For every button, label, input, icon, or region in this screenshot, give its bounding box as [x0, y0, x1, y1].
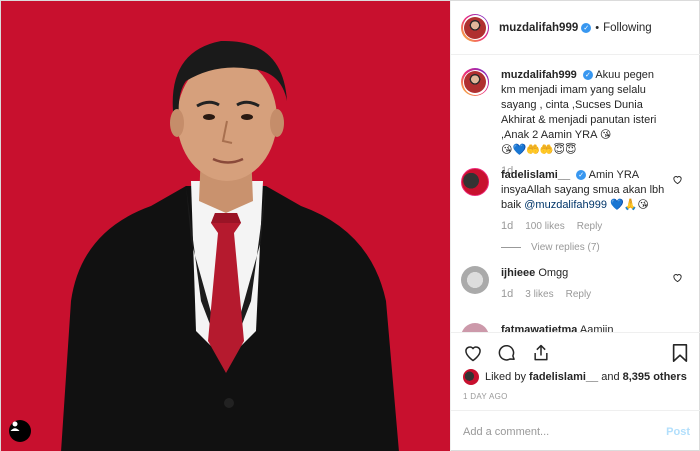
comment-age[interactable]: 1d: [501, 219, 513, 234]
caption-username[interactable]: muzdalifah999: [501, 69, 577, 81]
liked-joiner: and: [601, 371, 620, 383]
view-replies-button[interactable]: View replies (7): [501, 240, 671, 255]
commenter-avatar[interactable]: [461, 323, 489, 332]
comment-row: ijhieee Omgg 1d 3 likes Reply: [461, 266, 697, 302]
liked-by: Liked by fadelislami__ and 8,395 others: [463, 369, 687, 385]
following-button[interactable]: Following: [603, 22, 652, 34]
reply-button[interactable]: Reply: [566, 287, 592, 302]
comment-mention[interactable]: @muzdalifah999: [524, 199, 607, 211]
comments-list[interactable]: muzdalifah999 ✓ Akuu pegen km menjadi im…: [451, 56, 700, 332]
add-comment-bar: Post: [451, 410, 700, 451]
comment-text: Omgg: [538, 267, 569, 279]
post-side-panel: muzdalifah999 ✓ • Following muzdalifah99…: [450, 1, 700, 451]
post-comment-button[interactable]: Post: [666, 426, 690, 438]
post-header: muzdalifah999 ✓ • Following: [451, 1, 700, 55]
liker-avatar[interactable]: [463, 369, 479, 385]
caption-avatar[interactable]: [461, 68, 489, 96]
author-avatar[interactable]: [461, 13, 489, 42]
caption-row: muzdalifah999 ✓ Akuu pegen km menjadi im…: [461, 68, 697, 179]
verified-icon: ✓: [581, 22, 592, 33]
separator: •: [595, 21, 600, 34]
liked-prefix: Liked by: [485, 371, 526, 383]
commenter-username[interactable]: fadelislami__: [501, 169, 570, 181]
comment-likes[interactable]: 3 likes: [525, 287, 553, 302]
share-icon[interactable]: [529, 341, 553, 365]
comment-emojis: 💙🙏😘: [610, 199, 649, 211]
comment-age[interactable]: 1d: [501, 287, 513, 302]
comment-input[interactable]: [463, 425, 653, 438]
commenter-avatar[interactable]: [461, 266, 489, 294]
user-tag-icon[interactable]: [9, 420, 31, 442]
post-timestamp[interactable]: 1 DAY AGO: [463, 392, 508, 401]
comment-row: fadelislami__ ✓ Amin YRA insyaAllah saya…: [461, 168, 697, 255]
comment-text: Aamiin: [579, 324, 614, 332]
comment-like-icon[interactable]: [672, 272, 683, 283]
save-icon[interactable]: [668, 341, 692, 365]
reply-button[interactable]: Reply: [577, 219, 603, 234]
heart-icon[interactable]: [461, 341, 485, 365]
author-username[interactable]: muzdalifah999: [499, 22, 578, 34]
commenter-username[interactable]: fatmawatietma: [501, 324, 577, 332]
comment-likes[interactable]: 100 likes: [525, 219, 564, 234]
post-photo[interactable]: [1, 1, 450, 451]
commenter-username[interactable]: ijhieee: [501, 267, 535, 279]
post-dialog: muzdalifah999 ✓ • Following muzdalifah99…: [0, 0, 700, 451]
portrait-image: [61, 40, 399, 451]
verified-icon: ✓: [576, 170, 587, 181]
comment-icon[interactable]: [495, 341, 519, 365]
verified-icon: ✓: [582, 70, 593, 81]
comment-like-icon[interactable]: [672, 174, 683, 185]
likes-count[interactable]: 8,395 others: [623, 371, 687, 383]
post-actions: Liked by fadelislami__ and 8,395 others …: [451, 332, 700, 451]
commenter-avatar[interactable]: [461, 168, 489, 196]
caption-emojis: 😘💙🤲🤲😇😇: [501, 144, 577, 156]
comment-row: fatmawatietma Aamiin: [461, 323, 697, 332]
liker-username[interactable]: fadelislami__: [529, 371, 598, 383]
